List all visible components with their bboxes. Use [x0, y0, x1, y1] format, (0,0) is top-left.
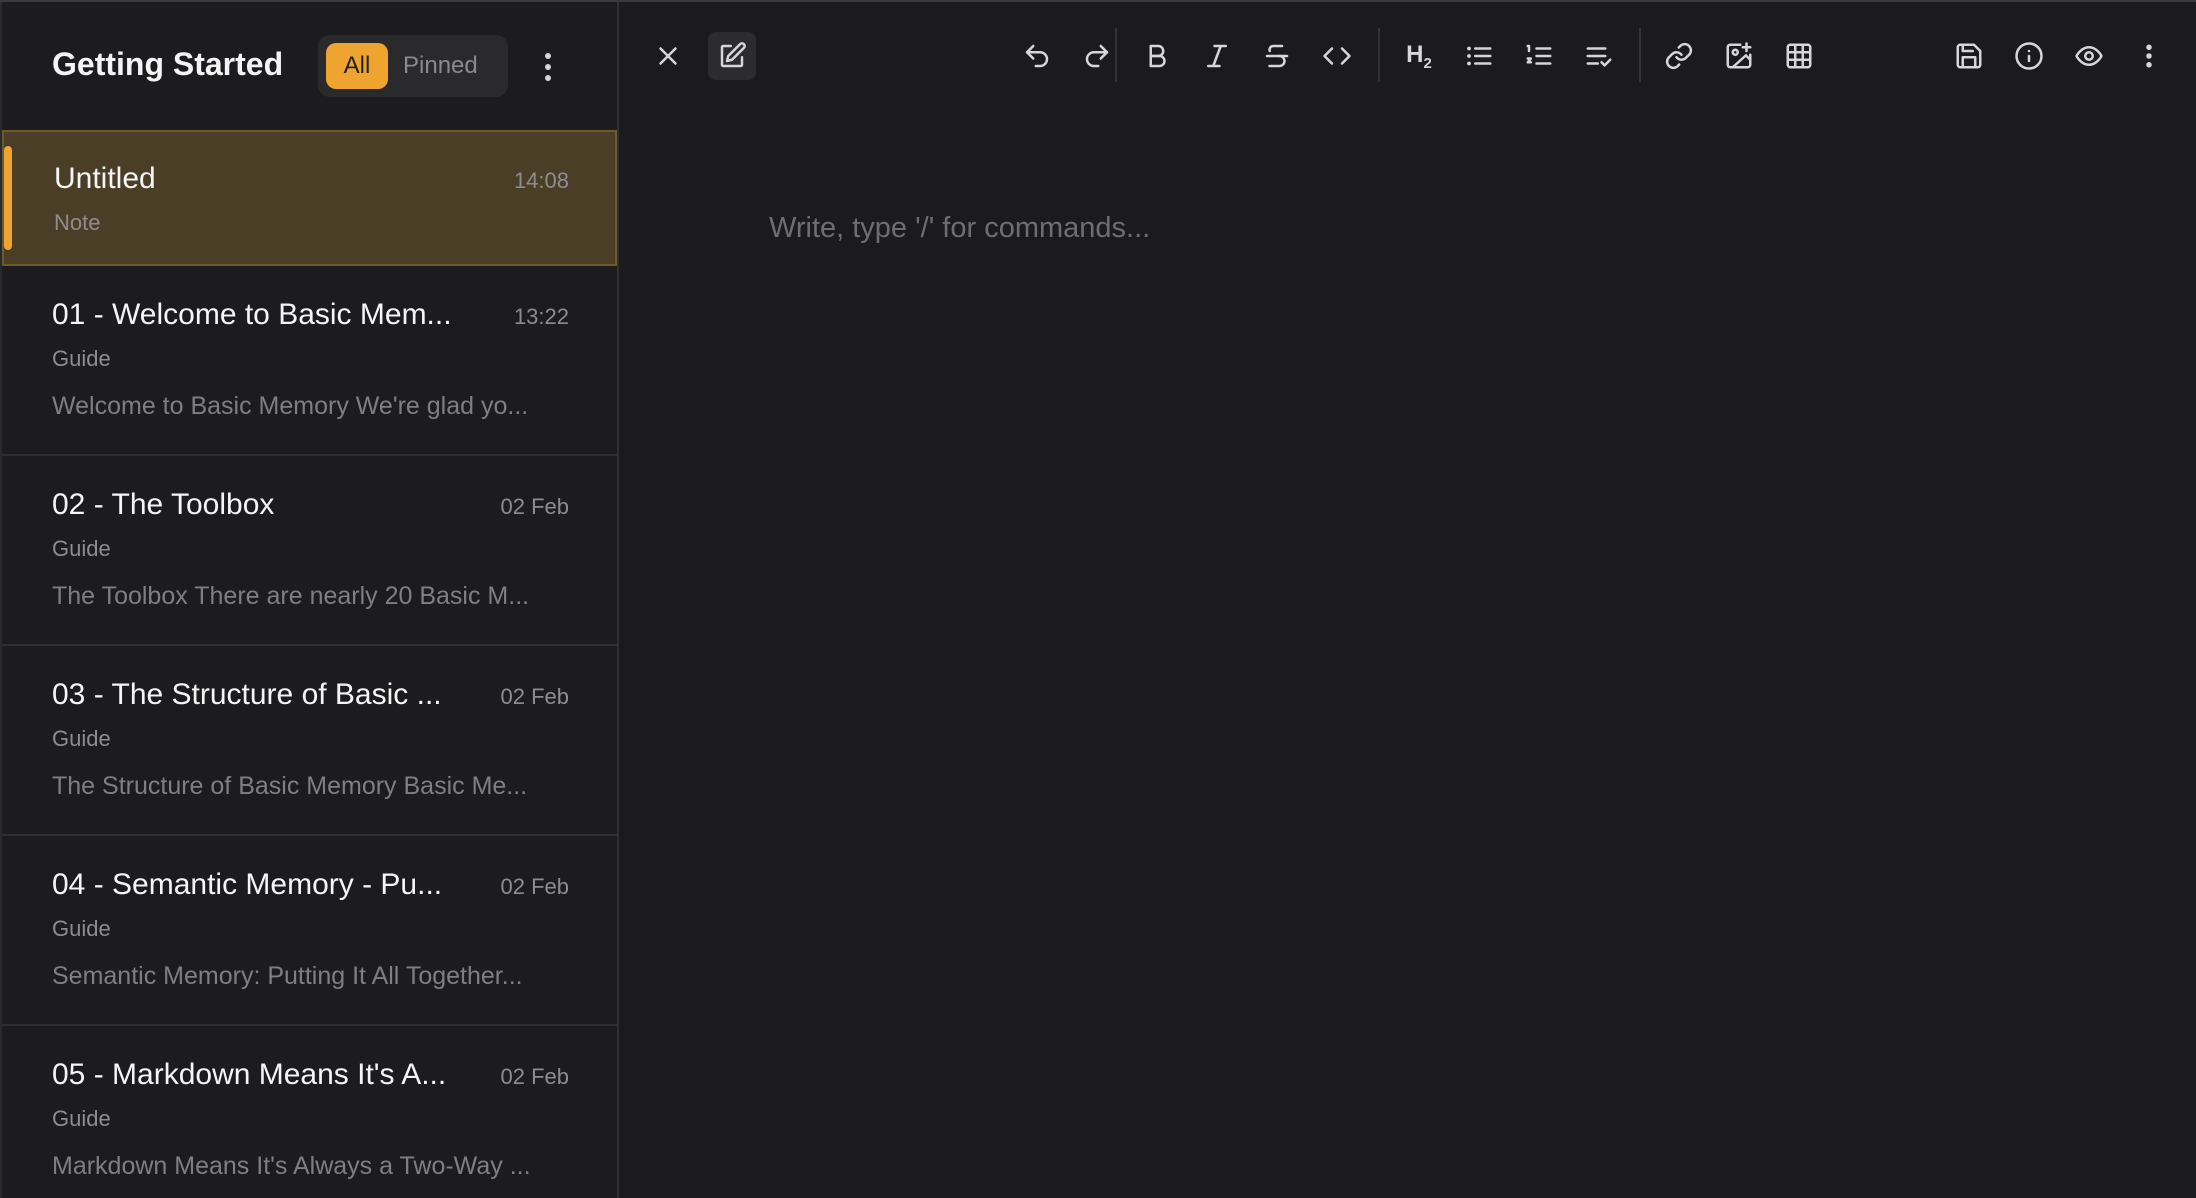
note-time: 02 Feb: [500, 494, 570, 519]
note-type: Guide: [52, 1106, 111, 1131]
toolbar-divider: [1115, 28, 1117, 82]
preview-eye-icon[interactable]: [2065, 32, 2113, 80]
note-time: 14:08: [513, 168, 569, 193]
filter-pinned-button[interactable]: Pinned: [403, 43, 499, 89]
folder-title: Getting Started: [52, 46, 284, 82]
toolbar-divider: [1378, 28, 1380, 82]
bullet-list-icon[interactable]: [1455, 32, 1503, 80]
note-item[interactable]: 04 - Semantic Memory - Pu... 02 Feb Guid…: [2, 836, 617, 1026]
insert-image-icon[interactable]: [1715, 32, 1763, 80]
more-options-icon[interactable]: [2125, 32, 2173, 80]
note-snippet: Markdown Means It's Always a Two-Way ...: [52, 1152, 531, 1180]
note-item[interactable]: 02 - The Toolbox 02 Feb Guide The Toolbo…: [2, 456, 617, 646]
table-icon[interactable]: [1775, 32, 1823, 80]
filter-segmented-control: All Pinned: [318, 35, 508, 97]
note-type: Note: [54, 210, 101, 235]
note-item[interactable]: 01 - Welcome to Basic Mem... 13:22 Guide…: [2, 266, 617, 456]
note-time: 02 Feb: [500, 684, 570, 709]
strikethrough-icon[interactable]: [1253, 32, 1301, 80]
numbered-list-icon[interactable]: [1515, 32, 1563, 80]
note-snippet: Semantic Memory: Putting It All Together…: [52, 962, 523, 990]
note-type: Guide: [52, 346, 111, 371]
note-item[interactable]: 03 - The Structure of Basic ... 02 Feb G…: [2, 646, 617, 836]
note-snippet: Welcome to Basic Memory We're glad yo...: [52, 392, 529, 420]
note-title: 05 - Markdown Means It's A...: [52, 1058, 447, 1091]
note-title: 04 - Semantic Memory - Pu...: [52, 868, 443, 901]
note-time: 13:22: [513, 304, 569, 329]
note-item-active[interactable]: Untitled 14:08 Note: [2, 130, 617, 266]
note-snippet: The Structure of Basic Memory Basic Me..…: [52, 772, 528, 800]
close-icon[interactable]: [644, 32, 692, 80]
edit-mode-icon[interactable]: [708, 32, 756, 80]
italic-icon[interactable]: [1193, 32, 1241, 80]
note-time: 02 Feb: [500, 1064, 570, 1089]
note-title: 02 - The Toolbox: [52, 488, 275, 521]
info-icon[interactable]: [2005, 32, 2053, 80]
filter-all-button[interactable]: All: [326, 43, 388, 89]
heading-icon[interactable]: H2: [1395, 32, 1443, 80]
note-title: Untitled: [54, 162, 156, 195]
note-item[interactable]: 05 - Markdown Means It's A... 02 Feb Gui…: [2, 1026, 617, 1198]
task-list-icon[interactable]: [1575, 32, 1623, 80]
editor-placeholder[interactable]: Write, type '/' for commands...: [769, 212, 1150, 245]
undo-icon[interactable]: [1013, 32, 1061, 80]
editor-pane: H2 Write, type '/' for commands...: [621, 2, 2196, 1198]
code-icon[interactable]: [1313, 32, 1361, 80]
note-type: Guide: [52, 916, 111, 941]
note-type: Guide: [52, 726, 111, 751]
sidebar-header: Getting Started All Pinned: [2, 2, 617, 130]
sidebar-more-icon[interactable]: [536, 50, 560, 84]
heading-icon-letter: H: [1406, 40, 1424, 68]
note-snippet: The Toolbox There are nearly 20 Basic M.…: [52, 582, 530, 610]
heading-icon-level: 2: [1423, 54, 1432, 72]
redo-icon[interactable]: [1073, 32, 1121, 80]
link-icon[interactable]: [1655, 32, 1703, 80]
note-title: 03 - The Structure of Basic ...: [52, 678, 442, 711]
bold-icon[interactable]: [1133, 32, 1181, 80]
save-icon[interactable]: [1945, 32, 1993, 80]
note-time: 02 Feb: [500, 874, 570, 899]
note-type: Guide: [52, 536, 111, 561]
notes-sidebar: Getting Started All Pinned Untitled 14:0…: [0, 2, 619, 1198]
note-title: 01 - Welcome to Basic Mem...: [52, 298, 452, 331]
toolbar-divider: [1639, 28, 1641, 82]
